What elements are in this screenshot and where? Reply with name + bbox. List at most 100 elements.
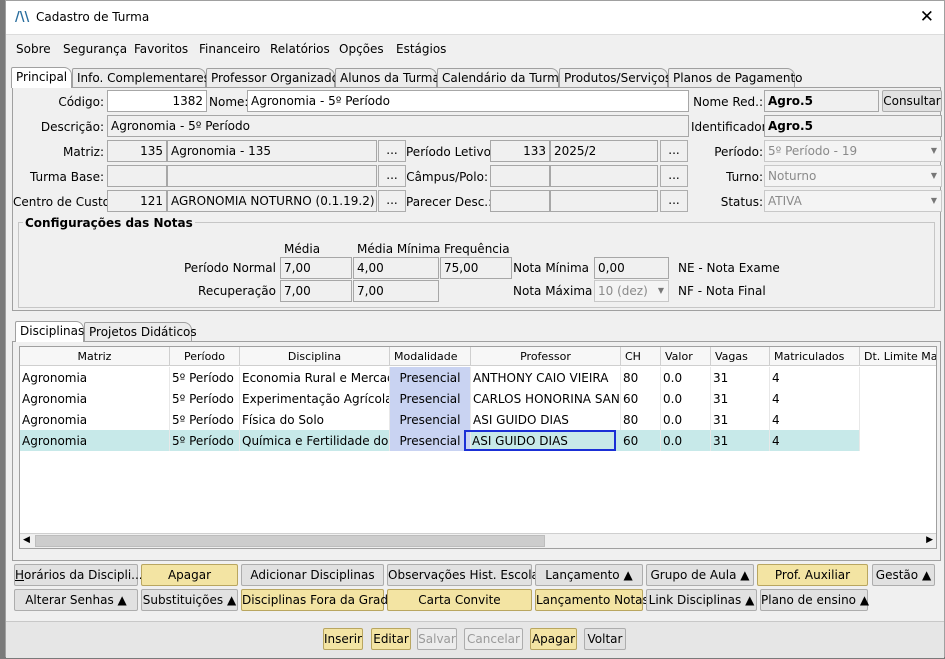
parecer-code-field[interactable] [490,190,550,212]
tab-planos-pagamento[interactable]: Planos de Pagamento [668,68,803,87]
turno-select[interactable]: Noturno ▼ [764,165,942,187]
centro-custo-code-field[interactable]: 121 [107,190,167,212]
nome-red-field[interactable]: Agro.5 [764,90,879,112]
scroll-left-icon[interactable]: ◀ [23,535,30,545]
cell-dt-limite[interactable] [860,388,936,409]
campus-lookup-button[interactable]: ... [660,165,688,187]
col-professor[interactable]: Professor [471,347,621,366]
adicionar-disciplinas-button[interactable]: Adicionar Disciplinas [241,564,384,586]
pn-media-minima-field[interactable]: 4,00 [353,257,439,279]
observacoes-hist-button[interactable]: Observações Hist. Escolar [387,564,544,586]
parecer-name-field[interactable] [550,190,658,212]
turma-base-code-field[interactable] [107,165,167,187]
cell-matriculados[interactable]: 4 [770,409,860,430]
cell-matriculados[interactable]: 4 [770,367,860,388]
cell-ch[interactable]: 60 [621,430,661,451]
col-periodo[interactable]: Período [170,347,240,366]
rec-media-field[interactable]: 7,00 [280,280,352,302]
horizontal-scrollbar[interactable]: ◀ ▶ [20,533,936,548]
cell-professor[interactable]: ANTHONY CAIO VIEIRA [471,367,621,388]
tab-projetos-didaticos[interactable]: Projetos Didáticos [84,322,197,341]
editar-button[interactable]: Editar [371,628,411,650]
turma-base-lookup-button[interactable]: ... [378,165,406,187]
gestao-button[interactable]: Gestão ▲ [872,564,935,586]
horarios-disciplina-button[interactable]: Horários da Discipli... [14,564,143,586]
menu-opcoes[interactable]: Opções [339,42,384,56]
plano-ensino-button[interactable]: Plano de ensino ▲ [760,589,869,611]
col-modalidade[interactable]: Modalidade [390,347,471,366]
periodo-select[interactable]: 5º Período - 19 ▼ [764,140,942,162]
tab-calendario-turma[interactable]: Calendário da Turma [437,68,566,87]
voltar-button[interactable]: Voltar [584,628,626,650]
centro-custo-field[interactable]: AGRONOMIA NOTURNO (0.1.19.2) [167,190,377,212]
cell-matriz[interactable]: Agronomia [20,409,170,430]
cell-modalidade[interactable]: Presencial [390,388,471,409]
table-row[interactable]: Agronomia 5º Período Física do Solo Presenc… [20,409,936,430]
menu-relatorios[interactable]: Relatórios [270,42,330,56]
disciplinas-fora-grade-button[interactable]: Disciplinas Fora da Grade [241,589,395,611]
cell-ch[interactable]: 80 [621,409,661,430]
close-icon[interactable]: ✕ [920,7,934,27]
salvar-button[interactable]: Salvar [417,628,457,650]
tab-alunos-turma[interactable]: Alunos da Turma [335,68,440,87]
table-row[interactable]: Agronomia 5º Período Experimentação Agríco… [20,388,936,409]
cell-periodo[interactable]: 5º Período [170,388,240,409]
cell-ch[interactable]: 80 [621,367,661,388]
cell-professor[interactable]: ASI GUIDO DIAS [464,430,616,451]
cell-ch[interactable]: 60 [621,388,661,409]
col-vagas[interactable]: Vagas [711,347,770,366]
menu-estagios[interactable]: Estágios [396,42,446,56]
nome-field[interactable]: Agronomia - 5º Período [247,90,689,112]
table-row[interactable]: Agronomia 5º Período Química e Fertilidade… [20,430,936,451]
cancelar-button[interactable]: Cancelar [464,628,523,650]
col-matriz[interactable]: Matriz [20,347,170,366]
parecer-lookup-button[interactable]: ... [660,190,688,212]
cell-disciplina[interactable]: Economia Rural e Mercados [240,367,390,388]
cell-matriz[interactable]: Agronomia [20,430,170,451]
periodo-letivo-lookup-button[interactable]: ... [660,140,688,162]
nota-minima-field[interactable]: 0,00 [594,257,669,279]
table-row[interactable]: Agronomia 5º Período Economia Rural e Merc… [20,367,936,388]
cell-vagas[interactable]: 31 [711,367,770,388]
rec-media-minima-field[interactable]: 7,00 [353,280,439,302]
cell-professor[interactable]: CARLOS HONORINA SAN... [471,388,621,409]
alterar-senhas-button[interactable]: Alterar Senhas ▲ [14,589,138,611]
cell-periodo[interactable]: 5º Período [170,430,240,451]
tab-info-complementares[interactable]: Info. Complementares [72,68,210,87]
cell-disciplina[interactable]: Experimentação Agrícola [240,388,390,409]
tab-produtos-servicos[interactable]: Produtos/Serviços [559,68,671,87]
cell-modalidade[interactable]: Presencial [390,409,471,430]
inserir-button[interactable]: Inserir [323,628,363,650]
menu-sobre[interactable]: Sobre [16,42,51,56]
col-valor[interactable]: Valor [661,347,711,366]
codigo-field[interactable]: 1382 [107,90,207,112]
cell-dt-limite[interactable] [860,409,936,430]
col-ch[interactable]: CH [621,347,661,366]
substituicoes-button[interactable]: Substituições ▲ [141,589,238,611]
cell-professor[interactable]: ASI GUIDO DIAS [471,409,621,430]
cell-disciplina[interactable]: Física do Solo [240,409,390,430]
grupo-aula-button[interactable]: Grupo de Aula ▲ [646,564,754,586]
cell-valor[interactable]: 0.0 [661,388,711,409]
tab-professor-organizador[interactable]: Professor Organizador [206,68,344,87]
cell-modalidade[interactable]: Presencial [390,430,471,451]
carta-convite-button[interactable]: Carta Convite [387,589,532,611]
tab-principal[interactable]: Principal [11,67,72,88]
cell-matriz[interactable]: Agronomia [20,388,170,409]
cell-valor[interactable]: 0.0 [661,409,711,430]
identificador-field[interactable]: Agro.5 [764,115,942,137]
cell-dt-limite[interactable] [860,367,936,388]
cell-periodo[interactable]: 5º Período [170,367,240,388]
tab-disciplinas[interactable]: Disciplinas [15,321,84,342]
cell-matriculados[interactable]: 4 [770,388,860,409]
nota-maxima-select[interactable]: 10 (dez) ▼ [594,280,669,302]
cell-disciplina[interactable]: Química e Fertilidade do Sol [240,430,390,451]
apagar-button[interactable]: Apagar [530,628,577,650]
campus-name-field[interactable] [550,165,658,187]
lancamento-button[interactable]: Lançamento ▲ [535,564,643,586]
matriz-name-field[interactable]: Agronomia - 135 [167,140,377,162]
cell-vagas[interactable]: 31 [711,409,770,430]
cell-matriculados[interactable]: 4 [770,430,860,451]
pn-frequencia-field[interactable]: 75,00 [440,257,512,279]
menu-favoritos[interactable]: Favoritos [134,42,188,56]
